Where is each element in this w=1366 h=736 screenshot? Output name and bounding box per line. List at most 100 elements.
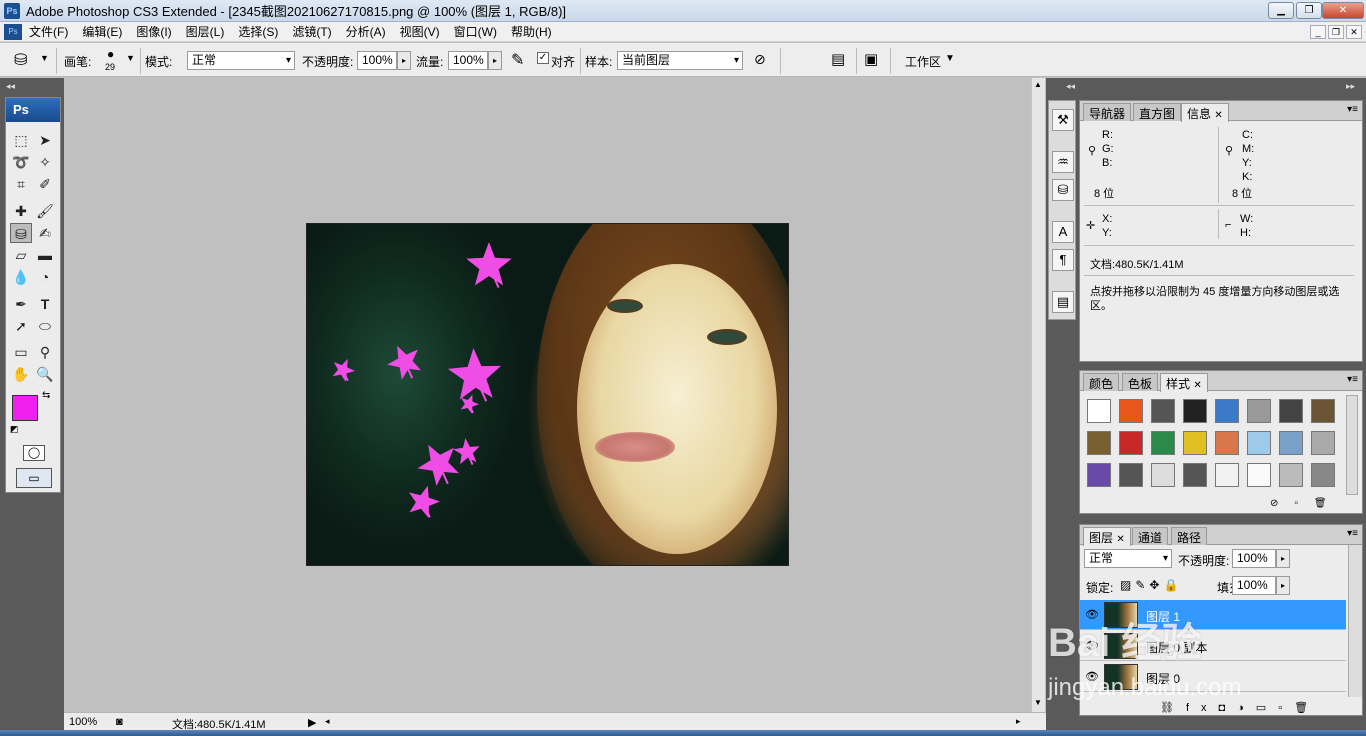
menu-select[interactable]: 选择(S) (231, 23, 285, 40)
opacity-slider-button[interactable]: ▸ (397, 51, 411, 70)
styles-scrollbar[interactable] (1346, 395, 1358, 495)
scroll-down-icon[interactable]: ▼ (1034, 698, 1042, 707)
flow-slider-button[interactable]: ▸ (488, 51, 502, 70)
style-swatch[interactable] (1151, 463, 1175, 487)
styles-footer-icons[interactable]: ⊘▫🗑 (1270, 498, 1343, 509)
tab-styles[interactable]: 样式 ✕ (1160, 373, 1208, 392)
style-swatch[interactable] (1151, 431, 1175, 455)
tab-layers[interactable]: 图层 ✕ (1083, 527, 1131, 546)
panel-menu-icon[interactable]: ▾≡ (1347, 374, 1358, 385)
style-swatch[interactable] (1119, 399, 1143, 423)
panel-menu-icon[interactable]: ▾≡ (1347, 104, 1358, 115)
style-swatch[interactable] (1247, 431, 1271, 455)
ignore-adjustment-icon[interactable]: ⊘ (754, 51, 766, 68)
chevron-down-icon[interactable]: ▼ (40, 53, 49, 63)
gradient-tool-icon[interactable]: ▬ (34, 245, 56, 265)
style-swatch[interactable] (1183, 399, 1207, 423)
default-colors-icon[interactable]: ◩ (10, 424, 19, 435)
doc-restore-button[interactable]: ❐ (1328, 25, 1344, 39)
zoom-tool-icon[interactable]: 🔍 (34, 364, 56, 384)
fill-input[interactable]: 100% (1232, 576, 1276, 595)
lasso-tool-icon[interactable]: ➰ (10, 152, 32, 172)
style-swatch[interactable] (1087, 463, 1111, 487)
lock-icons[interactable]: ▨✎✥🔒 (1120, 578, 1182, 592)
style-swatch[interactable] (1119, 431, 1143, 455)
menu-filter[interactable]: 滤镜(T) (285, 23, 338, 40)
menu-view[interactable]: 视图(V) (393, 23, 447, 40)
close-tab-icon[interactable]: ✕ (1116, 534, 1124, 545)
minimize-button[interactable]: ▁ (1268, 2, 1294, 19)
blend-mode-select[interactable]: 正常 (1084, 549, 1172, 568)
style-swatch[interactable] (1151, 399, 1175, 423)
mode-select[interactable]: 正常 (187, 51, 295, 70)
foreground-color-swatch[interactable] (12, 395, 38, 421)
style-swatch[interactable] (1119, 463, 1143, 487)
layer-opacity-slider[interactable]: ▸ (1276, 549, 1290, 568)
hand-tool-icon[interactable]: ✋ (10, 364, 32, 384)
marquee-tool-icon[interactable]: ⬚ (10, 130, 32, 150)
doc-minimize-button[interactable]: _ (1310, 25, 1326, 39)
panel-menu-icon[interactable]: ▾≡ (1347, 528, 1358, 539)
doc-close-button[interactable]: ✕ (1346, 25, 1362, 39)
tab-info[interactable]: 信息 ✕ (1181, 103, 1229, 122)
close-tab-icon[interactable]: ✕ (1214, 110, 1222, 121)
collapse-arrows-icon[interactable]: ◂◂ (6, 81, 15, 92)
screen-mode-icon[interactable]: ▭ (16, 468, 52, 488)
layer-opacity-input[interactable]: 100% (1232, 549, 1276, 568)
status-icon[interactable]: ◙ (116, 716, 123, 728)
menu-analysis[interactable]: 分析(A) (339, 23, 393, 40)
workspace-dropdown-icon[interactable]: ▼ (945, 53, 955, 64)
hscroll-right-icon[interactable]: ▸ (1016, 716, 1021, 727)
style-swatch[interactable] (1311, 463, 1335, 487)
crop-tool-icon[interactable]: ⌗ (10, 174, 32, 194)
close-tab-icon[interactable]: ✕ (1193, 380, 1201, 391)
style-swatch[interactable] (1183, 431, 1207, 455)
move-tool-icon[interactable]: ➤ (34, 130, 56, 150)
menu-file[interactable]: 文件(F) (22, 23, 75, 40)
paragraph-icon[interactable]: ¶ (1052, 249, 1074, 271)
character-icon[interactable]: A (1052, 221, 1074, 243)
fill-slider[interactable]: ▸ (1276, 576, 1290, 595)
menu-image[interactable]: 图像(I) (129, 23, 178, 40)
maximize-button[interactable]: ❐ (1296, 2, 1322, 19)
clone-source-icon[interactable]: ⛁ (1052, 179, 1074, 201)
path-select-icon[interactable]: ➚ (10, 316, 32, 336)
eyedropper-icon[interactable]: ⚲ (34, 342, 56, 362)
style-swatch[interactable] (1311, 399, 1335, 423)
close-button[interactable]: ✕ (1322, 2, 1364, 19)
flow-input[interactable]: 100% (448, 51, 488, 70)
style-swatch[interactable] (1247, 463, 1271, 487)
menu-help[interactable]: 帮助(H) (504, 23, 559, 40)
layers-scrollbar[interactable] (1348, 545, 1362, 697)
menu-window[interactable]: 窗口(W) (447, 23, 504, 40)
aligned-checkbox[interactable]: ✓ (537, 52, 549, 64)
workspace-button[interactable]: 工作区 (905, 53, 941, 70)
menu-layer[interactable]: 图层(L) (179, 23, 232, 40)
history-brush-icon[interactable]: ✍ (34, 223, 56, 243)
bridge-icon[interactable]: ▣ (864, 50, 878, 68)
style-swatch[interactable] (1215, 431, 1239, 455)
zoom-level[interactable]: 100% (69, 716, 97, 728)
document-photo[interactable] (306, 223, 789, 566)
airbrush-icon[interactable]: ✎ (511, 50, 524, 70)
clone-stamp-icon[interactable]: ⛁ (14, 50, 27, 70)
brush-dropdown-icon[interactable]: ▼ (126, 53, 135, 63)
tab-paths[interactable]: 路径 (1171, 527, 1208, 545)
quick-mask-icon[interactable]: ◯ (23, 445, 45, 461)
style-swatch[interactable] (1087, 431, 1111, 455)
healing-brush-icon[interactable]: ✚ (10, 201, 32, 221)
collapse-dock-icon[interactable]: ◂◂ (1066, 81, 1075, 92)
magic-wand-icon[interactable]: ✧ (34, 152, 56, 172)
layer-comps-icon[interactable]: ▤ (1052, 291, 1074, 313)
eraser-tool-icon[interactable]: ▱ (10, 245, 32, 265)
vertical-scrollbar[interactable]: ▲ ▼ (1031, 78, 1045, 712)
menu-edit[interactable]: 编辑(E) (75, 23, 129, 40)
style-swatch[interactable] (1087, 399, 1111, 423)
style-swatch[interactable] (1183, 463, 1207, 487)
slice-tool-icon[interactable]: ✐ (34, 174, 56, 194)
style-swatch[interactable] (1279, 463, 1303, 487)
clone-stamp-tool-icon[interactable]: ⛁ (10, 223, 32, 243)
tab-histogram[interactable]: 直方图 (1133, 103, 1182, 121)
tab-color[interactable]: 颜色 (1083, 373, 1120, 391)
ellipse-tool-icon[interactable]: ⬭ (34, 316, 56, 336)
